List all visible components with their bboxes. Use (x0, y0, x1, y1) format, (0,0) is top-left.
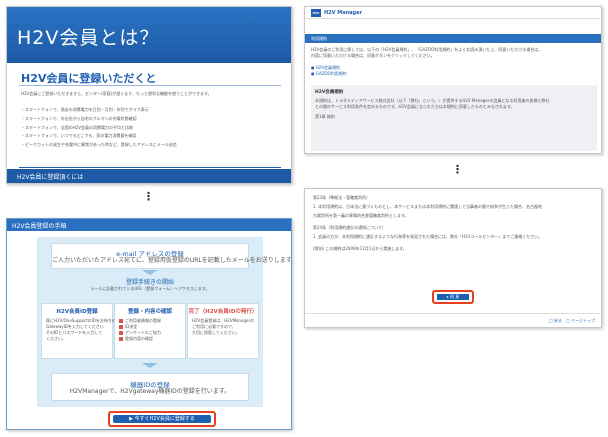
item-label: アンケートのご協力 (125, 330, 161, 335)
continuation-marker: ⋮ (143, 190, 154, 203)
down-arrow-icon (142, 363, 158, 368)
column-body: ご利用者情報の登録 ID決定 アンケートのご協力 登録内容の確認 (119, 318, 161, 342)
step-device-block: 機器IDの登録 H2VManagerで、H2Vgateway機器IDの登録を行い… (51, 373, 249, 401)
list-item: ・スマートフォンで、全国のH2V会員の消費電力の平均と比較 (21, 124, 134, 130)
body-line: (附則) この規約は2009年11月1日から実施します。 (313, 246, 407, 251)
body-line: 第1章 総則 (315, 114, 335, 119)
column-line: 登録内容の確認 (119, 336, 161, 342)
checkbox-icon (119, 319, 123, 323)
step-email-block: e-mail アドレスの登録 ご入力いただいたアドレス宛てに、登録用仮登録のUR… (51, 243, 292, 269)
hero-title: H2V会員とは？ (17, 27, 160, 49)
checkbox-icon (119, 337, 123, 341)
item-label: ご利用者情報の登録 (125, 318, 161, 323)
intro-text: H2V会員にご登録いただきますと、センター(家庭)が遠くなり、もっと便利な機能を… (21, 91, 212, 96)
panel-header: H2V会員登録の手順 (12, 223, 67, 230)
terms-links: ● H2V会員規約 ● GAZOO利用規約 (311, 65, 347, 77)
terms-intro: H2V会員のご利用に際しては、以下の「H2V会員規約」、「GAZOO利用規約」を… (311, 47, 542, 59)
column-title: 完了（H2V会員IDの発行） (188, 309, 258, 315)
column-body: 既にH2V/OneSupportのIDをお持ちの方は GatewayIDを入力し… (46, 318, 124, 342)
title-bar: 利用規約 (305, 34, 601, 43)
terms-scroll-box[interactable]: H2V会員規約 本規約は、トヨタメディアサービス株式会社（以下「弊社」という。）… (311, 85, 597, 151)
body-line: との間のサービス利用条件を定めるものです。H2V会員になられた方は本規約に同意し… (315, 104, 515, 109)
body-line: 内容に同意いただける場合は、同意ボタンをクリックしてください。 (311, 53, 435, 58)
footer-divider (19, 167, 281, 168)
column-title: H2V会員ID登録 (56, 309, 98, 315)
about-h2v-panel: H2V会員とは？ H2V会員に登録いただくと H2V会員にご登録いただきますと、… (6, 6, 292, 184)
item-label: ID決定 (125, 324, 138, 329)
steps-diagram: e-mail アドレスの登録 ご入力いただいたアドレス宛てに、登録用仮登録のUR… (37, 237, 292, 407)
down-arrow-icon (142, 270, 158, 275)
terms-of-use-panel: H2V H2V Manager 利用規約 H2V会員のご利用に際しては、以下の「… (304, 6, 602, 154)
list-item: ・スマートフォンで、いつでもどこでも、家の電力消費量を確認 (21, 133, 137, 139)
section-title: H2V会員に登録いただくと (21, 72, 157, 85)
column-complete: 完了（H2V会員IDの発行） H2V会員登録は、H2VManagerの ご利用に… (187, 303, 259, 359)
body-line: 第23条（準拠法・管轄裁判所） (313, 195, 371, 200)
register-info-title: H2V会員に登録頂くには (17, 174, 84, 181)
agree-button-frame[interactable]: ▸ 同 意 (432, 290, 474, 304)
register-now-button-frame[interactable]: ▶ 今すぐH2V会員に登録する (108, 411, 216, 427)
column-id-registration: H2V会員ID登録 既にH2V/OneSupportのIDをお持ちの方は Gat… (41, 303, 124, 359)
registration-steps-panel: H2V会員登録の手順 e-mail アドレスの登録 ご入力いただいたアドレス宛て… (6, 218, 292, 430)
body-line: 第24条（利用規約違反の通知について） (313, 225, 386, 230)
footer-divider (305, 313, 601, 314)
brand-name: H2V Manager (324, 10, 362, 16)
terms-title: 利用規約 (311, 36, 327, 41)
item-label: 登録内容の確認 (125, 336, 153, 341)
continuation-marker: ⋮ (452, 163, 463, 176)
column-confirm-content: 登録・内容の確認 ご利用者情報の登録 ID決定 アンケートのご協力 登録内容の確… (114, 303, 186, 359)
body-line: 1. 会員の方が、本利用規約に違反するような行為等を発見された場合には、弊社「H… (313, 234, 543, 239)
terms-body: 第23条（準拠法・管轄裁判所） 1. 本利用規約は、日本法に基づくものとし、本サ… (313, 195, 542, 255)
list-item: ・スマートフォンで、過去の消費電力を日別・月別・年別でグラフ表示 (21, 107, 149, 112)
terms-box-title: H2V会員規約 (315, 90, 344, 95)
terms-box-body: 本規約は、トヨタメディアサービス株式会社（以下「弊社」という。）が提供するH2V… (315, 98, 549, 120)
column-line: 大切に保管してください。 (192, 330, 240, 335)
list-item: ・ピークカットの発生や充電中に異常があった時など、登録したアドレスにメール送信 (21, 142, 177, 148)
step-email-text: ご入力いただいたアドレス宛てに、登録用仮登録のURLを記載したメールをお送りしま… (52, 257, 292, 264)
terms-end-panel: 第23条（準拠法・管轄裁判所） 1. 本利用規約は、日本法に基づくものとし、本サ… (304, 188, 602, 328)
section-divider (19, 85, 281, 86)
link-gazoo-terms[interactable]: ● GAZOO利用規約 (311, 71, 347, 77)
agree-button[interactable]: ▸ 同 意 (437, 294, 469, 300)
step-start-title: 登録手続きの開始 (125, 279, 174, 286)
step-device-text: H2VManagerで、H2Vgateway機器IDの登録を行います。 (69, 388, 231, 395)
column-line: ください。 (46, 336, 66, 341)
body-line: 方裁判所を第一審の専属的合意管轄裁判所とします。 (313, 213, 409, 218)
body-line: 1. 本利用規約は、日本法に基づくものとし、本サービスまたは本利用規約に関連して… (313, 204, 542, 209)
step-start-text: メールに記載されているURL（登録フォーム）へアクセスします。 (90, 286, 210, 291)
list-item: ・スマートフォンで、外出先から自宅のクルマへの充電状態確認 (21, 115, 137, 121)
column-body: H2V会員登録は、H2VManagerの ご利用に必要ですので、 大切に保管して… (192, 318, 254, 336)
footer-links[interactable]: □ 戻る □ ページトップ (549, 318, 595, 324)
checkbox-icon (119, 325, 123, 329)
register-now-button[interactable]: ▶ 今すぐH2V会員に登録する (113, 415, 211, 423)
h2v-logo: H2V (311, 9, 321, 17)
checkbox-icon (119, 331, 123, 335)
benefit-list: ・スマートフォンで、過去の消費電力を日別・月別・年別でグラフ表示 ・スマートフォ… (21, 107, 177, 151)
column-title: 登録・内容の確認 (127, 309, 172, 315)
